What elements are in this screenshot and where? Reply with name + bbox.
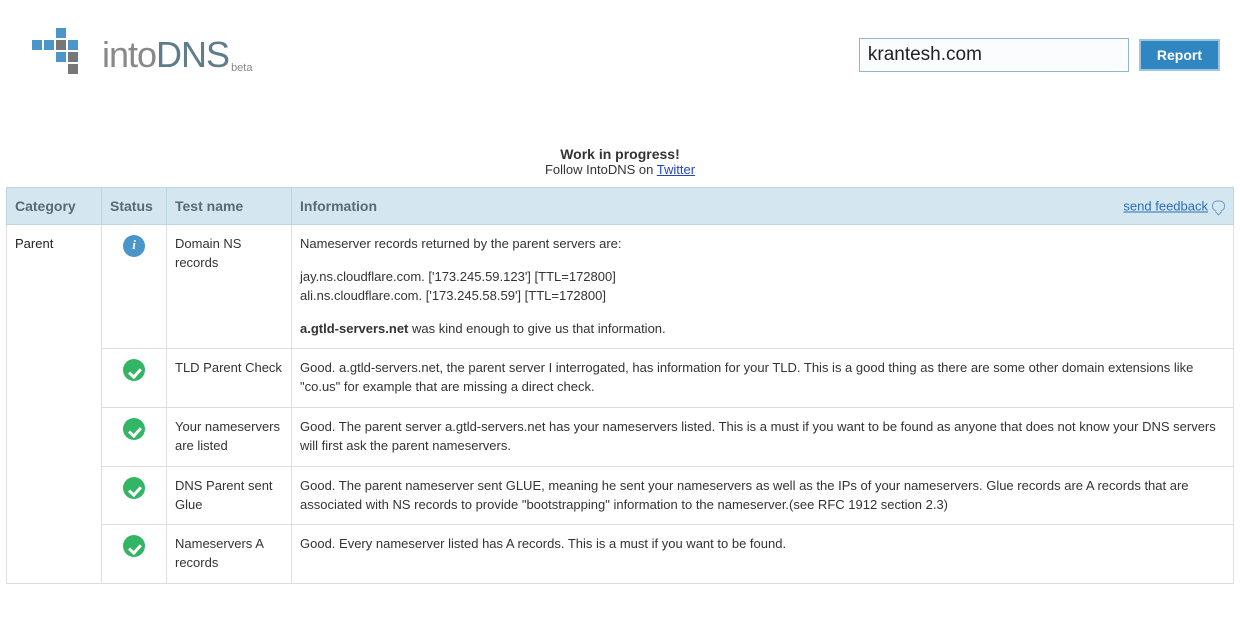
- status-cell: [102, 525, 167, 584]
- logo[interactable]: intoDNS beta: [32, 28, 252, 76]
- report-table: Category Status Test name Information se…: [6, 187, 1234, 584]
- check-icon: [123, 418, 145, 440]
- logo-beta: beta: [231, 62, 252, 74]
- send-feedback-link[interactable]: send feedback: [1123, 199, 1225, 214]
- col-testname: Test name: [167, 188, 292, 225]
- col-status: Status: [102, 188, 167, 225]
- test-name: Domain NS records: [167, 225, 292, 349]
- logo-icon: [32, 28, 96, 76]
- wip-text: Work in progress!: [0, 146, 1240, 162]
- report-button[interactable]: Report: [1139, 39, 1220, 71]
- test-name: DNS Parent sent Glue: [167, 466, 292, 525]
- check-icon: [123, 535, 145, 557]
- info-cell: Good. The parent nameserver sent GLUE, m…: [292, 466, 1234, 525]
- twitter-link[interactable]: Twitter: [657, 162, 695, 177]
- category-cell: Parent: [7, 225, 102, 584]
- logo-text: intoDNS: [102, 34, 229, 76]
- table-row: TLD Parent Check Good. a.gtld-servers.ne…: [7, 349, 1234, 408]
- feedback-icon: [1212, 201, 1225, 212]
- domain-input[interactable]: [859, 38, 1129, 72]
- table-row: Nameservers A records Good. Every namese…: [7, 525, 1234, 584]
- info-cell: Good. The parent server a.gtld-servers.n…: [292, 408, 1234, 467]
- table-row: Your nameservers are listed Good. The pa…: [7, 408, 1234, 467]
- col-information: Information send feedback: [292, 188, 1234, 225]
- table-row: Parent Domain NS records Nameserver reco…: [7, 225, 1234, 349]
- follow-text: Follow IntoDNS on Twitter: [0, 162, 1240, 177]
- status-cell: [102, 408, 167, 467]
- status-cell: [102, 349, 167, 408]
- table-header-row: Category Status Test name Information se…: [7, 188, 1234, 225]
- search-form: Report: [859, 38, 1220, 72]
- notice: Work in progress! Follow IntoDNS on Twit…: [0, 146, 1240, 177]
- test-name: Nameservers A records: [167, 525, 292, 584]
- test-name: Your nameservers are listed: [167, 408, 292, 467]
- check-icon: [123, 477, 145, 499]
- status-cell: [102, 225, 167, 349]
- col-category: Category: [7, 188, 102, 225]
- info-cell: Good. Every nameserver listed has A reco…: [292, 525, 1234, 584]
- header: intoDNS beta Report: [0, 0, 1240, 86]
- status-cell: [102, 466, 167, 525]
- table-row: DNS Parent sent Glue Good. The parent na…: [7, 466, 1234, 525]
- info-icon: [123, 235, 145, 257]
- check-icon: [123, 359, 145, 381]
- info-cell: Nameserver records returned by the paren…: [292, 225, 1234, 349]
- test-name: TLD Parent Check: [167, 349, 292, 408]
- info-cell: Good. a.gtld-servers.net, the parent ser…: [292, 349, 1234, 408]
